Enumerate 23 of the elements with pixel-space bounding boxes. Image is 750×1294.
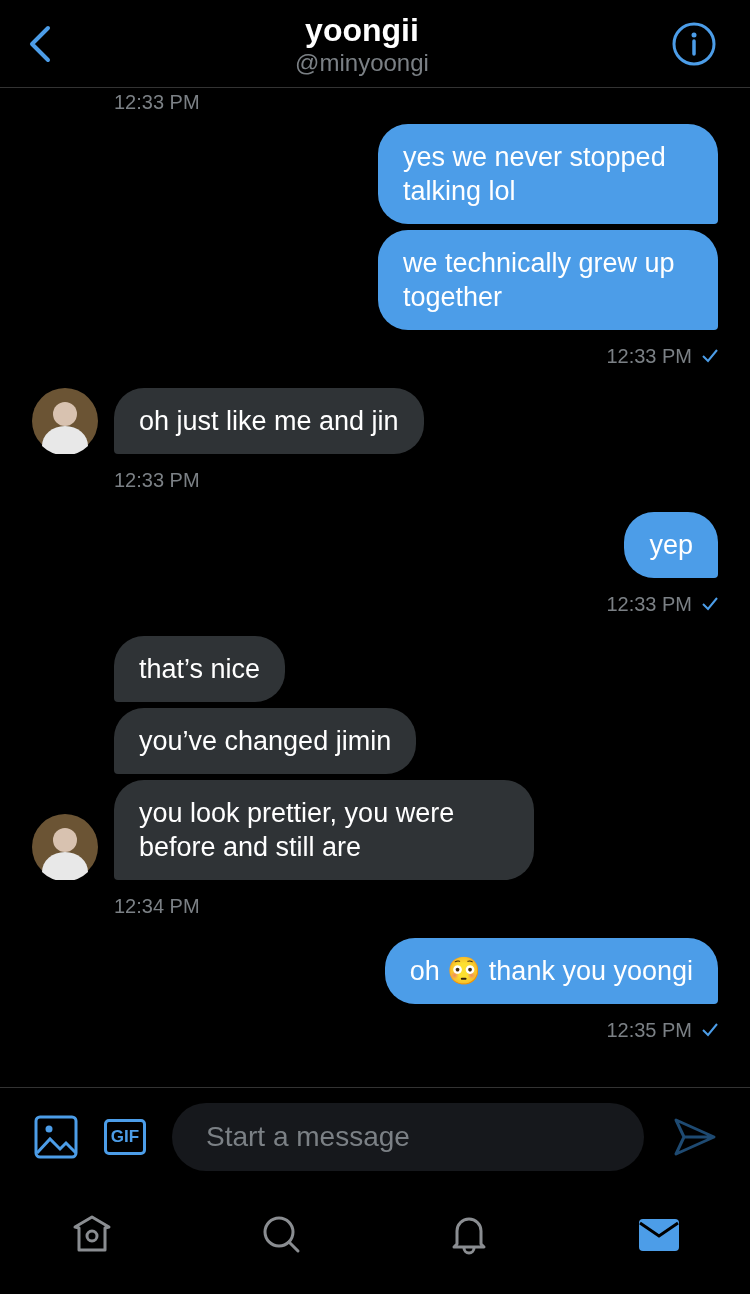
received-message: oh just like me and jin (114, 388, 424, 454)
contact-handle: @minyoongi (295, 48, 429, 77)
contact-name: yoongii (305, 10, 419, 49)
back-icon[interactable] (28, 24, 52, 63)
gif-button[interactable]: GIF (104, 1119, 146, 1155)
timestamp: 12:33 PM (114, 468, 200, 492)
sent-message: yep (624, 512, 718, 578)
timestamp: 12:34 PM (114, 894, 200, 918)
sent-message: we technically grew up together (378, 230, 718, 330)
sent-message: oh 😳 thank you yoongi (384, 938, 718, 1004)
sent-message: yes we never stopped talking lol (378, 124, 718, 224)
received-message: that’s nice (114, 636, 286, 702)
timestamp: 12:33 PM (606, 344, 692, 368)
timestamp: 12:35 PM (606, 1018, 692, 1042)
info-icon[interactable] (672, 21, 716, 66)
avatar[interactable] (32, 388, 98, 454)
avatar[interactable] (32, 814, 98, 880)
timestamp: 12:33 PM (606, 592, 692, 616)
received-message: you’ve changed jimin (114, 708, 417, 774)
message-input[interactable]: Start a message (172, 1103, 644, 1171)
image-icon[interactable] (34, 1115, 78, 1159)
received-message: you look prettier, you were before and still are (114, 780, 534, 880)
timestamp: 12:33 PM (114, 90, 200, 114)
